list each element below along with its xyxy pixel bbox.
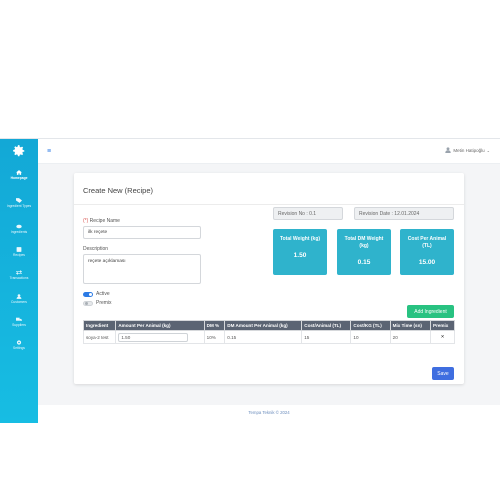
amount-input[interactable]: 1.50 — [118, 332, 189, 342]
premix-cell: ✕ — [430, 330, 455, 344]
home-icon — [16, 170, 22, 175]
revision-date-field: Revision Date : 12.01.2024 — [354, 207, 454, 220]
premix-label: Premix — [96, 300, 112, 306]
toggle-knob — [85, 302, 88, 305]
chevron-down-icon: ⌄ — [486, 147, 490, 153]
column-header: Cost/Animal (TL) — [301, 320, 352, 331]
sidebar-item-settings[interactable]: Settings — [0, 340, 38, 350]
topbar: ≡ Metin Hatipoğlu ⌄ — [38, 139, 500, 164]
stat-value: 0.15 — [357, 259, 371, 266]
sidebar-item-transactions[interactable]: Transactions — [0, 270, 38, 280]
sidebar-item-label: Homepage — [10, 176, 28, 180]
sidebar-item-label: Suppliers — [12, 323, 26, 327]
description-label: Description — [83, 246, 109, 252]
mix-time-cell: 20 — [389, 330, 432, 344]
active-toggle[interactable] — [83, 292, 93, 297]
sidebar-item-label: Ingredient Types — [6, 204, 32, 208]
add-ingredient-button[interactable]: Add Ingredient — [407, 305, 454, 318]
table-row: soya-2 test 1.50 10% 0.15 15 10 20 ✕ — [82, 330, 455, 344]
gear-icon — [16, 340, 22, 345]
stat-title: Total Weight (kg) — [279, 236, 321, 242]
recipe-name-input[interactable]: ilk reçete — [83, 226, 201, 239]
tag-icon — [16, 198, 22, 203]
truck-icon — [16, 317, 22, 321]
leaf-icon — [16, 224, 22, 229]
ingredient-cell: soya-2 test — [82, 330, 117, 344]
sidebar-item-homepage[interactable]: Homepage — [0, 170, 38, 180]
premix-toggle[interactable] — [83, 301, 93, 306]
toggle-knob — [89, 293, 92, 296]
sidebar-item-customers[interactable]: Customers — [0, 294, 38, 304]
cost-per-animal-card: Cost Per Animal (TL) 15.00 — [400, 229, 454, 275]
stat-value: 15.00 — [418, 259, 436, 266]
stat-title: Cost Per Animal (TL) — [407, 236, 447, 249]
sidebar-item-recipes[interactable]: Recipes — [0, 247, 38, 257]
user-name: Metin Hatipoğlu — [453, 147, 485, 153]
cost-animal-cell: 15 — [301, 330, 352, 344]
column-header: Mix Time (sn) — [389, 320, 432, 331]
gear-logo-icon[interactable] — [12, 144, 26, 158]
stat-value: 1.50 — [293, 252, 307, 259]
table-header-row: Ingredient Amount Per Animal (kg) DM % D… — [82, 320, 455, 331]
sidebar-item-label: Recipes — [13, 253, 25, 257]
sidebar-item-label: Settings — [13, 346, 25, 350]
dm-cell: 10% — [203, 330, 226, 344]
recipe-form-card: Create New (Recipe) (*) Recipe Name ilk … — [74, 173, 464, 384]
user-icon — [445, 147, 452, 153]
sidebar-item-label: Customers — [11, 300, 27, 304]
stat-title: Total DM Weight (kg) — [344, 236, 384, 249]
dm-amount-cell: 0.15 — [224, 330, 303, 344]
recipe-name-label: (*) Recipe Name — [83, 218, 120, 224]
column-header: Amount Per Animal (kg) — [115, 320, 205, 331]
cost-kg-cell: 10 — [350, 330, 391, 344]
column-header: DM Amount Per Animal (kg) — [224, 320, 303, 331]
sidebar-item-suppliers[interactable]: Suppliers — [0, 317, 38, 327]
revision-no-field: Revision No : 0.1 — [273, 207, 343, 220]
user-menu[interactable]: Metin Hatipoğlu ⌄ — [445, 147, 490, 153]
page-title: Create New (Recipe) — [83, 186, 154, 195]
total-weight-card: Total Weight (kg) 1.50 — [273, 229, 327, 275]
total-dm-weight-card: Total DM Weight (kg) 0.15 — [337, 229, 391, 275]
sidebar-item-ingredient-types[interactable]: Ingredient Types — [0, 198, 38, 208]
sidebar-item-label: Ingredients — [10, 230, 28, 234]
column-header: Premix — [430, 320, 455, 331]
menu-toggle-icon[interactable]: ≡ — [47, 148, 51, 155]
save-button[interactable]: Save — [432, 367, 454, 380]
book-icon — [16, 247, 22, 252]
required-marker: (*) — [83, 218, 89, 224]
ingredients-table: Ingredient Amount Per Animal (kg) DM % D… — [82, 320, 455, 344]
sidebar-item-label: Transactions — [9, 276, 29, 280]
divider — [74, 204, 464, 205]
sidebar: Homepage Ingredient Types Ingredients Re… — [0, 139, 38, 423]
swap-icon — [16, 270, 22, 275]
column-header: Ingredient — [82, 320, 117, 331]
description-textarea[interactable]: reçete açıklaması — [83, 254, 201, 284]
close-icon[interactable]: ✕ — [441, 334, 445, 339]
users-icon — [16, 294, 22, 299]
sidebar-item-ingredients[interactable]: Ingredients — [0, 224, 38, 234]
recipe-name-label-text: Recipe Name — [89, 218, 120, 224]
main-content: Create New (Recipe) (*) Recipe Name ilk … — [38, 164, 500, 405]
column-header: DM % — [203, 320, 226, 331]
footer: Tempa Teknik © 2024 — [38, 405, 500, 423]
amount-cell: 1.50 — [115, 330, 205, 344]
app-window: Homepage Ingredient Types Ingredients Re… — [0, 138, 500, 423]
active-label: Active — [96, 291, 110, 297]
column-header: Cost/KG (TL) — [350, 320, 391, 331]
